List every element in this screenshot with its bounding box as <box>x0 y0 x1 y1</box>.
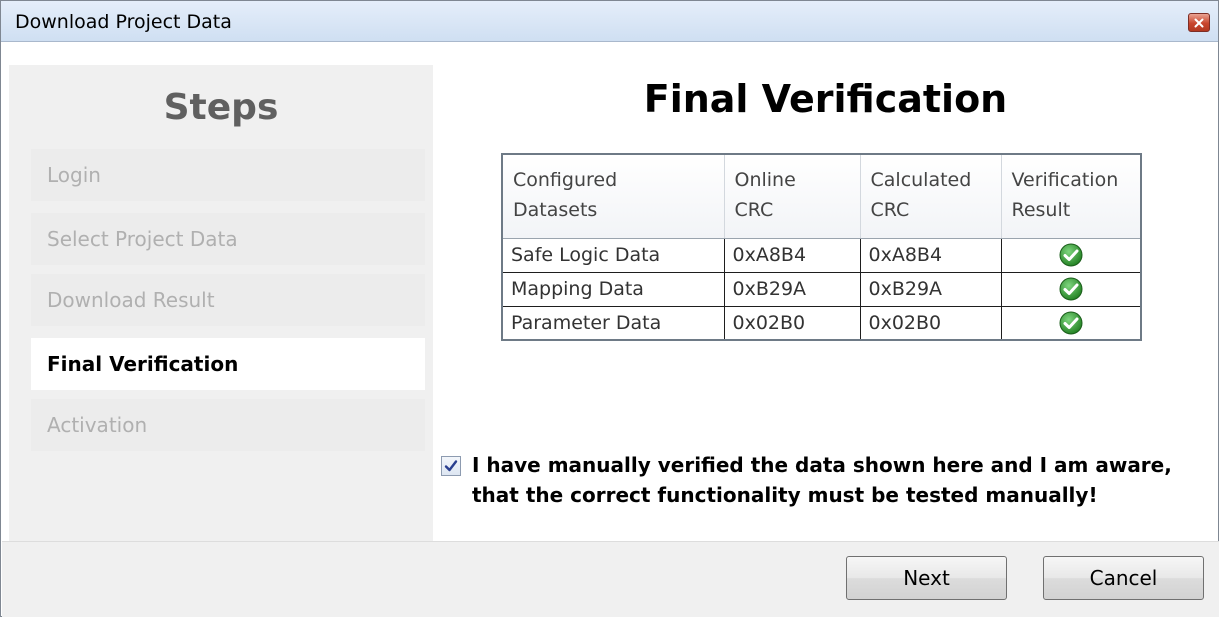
column-header-online-crc: Online CRC <box>724 154 861 239</box>
manual-verification-label[interactable]: I have manually verified the data shown … <box>472 450 1212 510</box>
confirmation-line-2: that the correct functionality must be t… <box>472 483 1098 507</box>
table-row: Parameter Data 0x02B0 0x02B0 <box>501 305 1142 341</box>
confirmation-line-1: I have manually verified the data shown … <box>472 453 1172 477</box>
verification-result-cell <box>1000 305 1142 341</box>
step-label: Activation <box>47 413 148 437</box>
step-select-project-data: Select Project Data <box>31 213 425 265</box>
close-button[interactable] <box>1188 13 1210 32</box>
online-crc-cell: 0xB29A <box>723 271 861 307</box>
title-bar: Download Project Data <box>1 1 1218 42</box>
column-header-calculated-crc: Calculated CRC <box>860 154 1002 239</box>
dataset-cell: Safe Logic Data <box>501 237 725 273</box>
cancel-button[interactable]: Cancel <box>1043 556 1204 600</box>
calculated-crc-cell: 0x02B0 <box>859 305 1002 341</box>
next-button[interactable]: Next <box>846 556 1007 600</box>
dialog-window: Download Project Data Steps Login Select… <box>0 0 1219 617</box>
step-login: Login <box>31 149 425 201</box>
column-header-verification-result: Verification Result <box>1001 154 1141 239</box>
dataset-cell: Mapping Data <box>501 271 725 307</box>
crc-verification-table: Configured Datasets Online CRC Calculate… <box>501 153 1142 341</box>
dialog-footer <box>2 541 1219 617</box>
window-title: Download Project Data <box>15 11 232 33</box>
table-header-row: Configured Datasets Online CRC Calculate… <box>502 154 1141 239</box>
verification-result-cell <box>1000 271 1142 307</box>
verification-result-cell <box>1000 237 1142 273</box>
check-circle-icon <box>1059 243 1083 267</box>
step-label: Select Project Data <box>47 227 238 251</box>
check-circle-icon <box>1059 311 1083 335</box>
dataset-cell: Parameter Data <box>501 305 725 341</box>
table-row: Safe Logic Data 0xA8B4 0xA8B4 <box>501 237 1142 273</box>
page-title: Final Verification <box>643 77 1008 121</box>
close-icon <box>1194 18 1204 27</box>
calculated-crc-cell: 0xA8B4 <box>859 237 1002 273</box>
steps-heading: Steps <box>163 86 279 128</box>
online-crc-cell: 0x02B0 <box>723 305 861 341</box>
table-row: Mapping Data 0xB29A 0xB29A <box>501 271 1142 307</box>
check-circle-icon <box>1059 277 1083 301</box>
step-label: Download Result <box>47 288 215 312</box>
step-label: Login <box>47 163 101 187</box>
checkmark-icon <box>444 460 458 472</box>
step-download-result: Download Result <box>31 274 425 326</box>
manual-verification-checkbox[interactable] <box>441 456 461 476</box>
column-header-datasets: Configured Datasets <box>502 154 725 239</box>
step-final-verification: Final Verification <box>31 338 425 390</box>
step-label: Final Verification <box>47 352 239 376</box>
calculated-crc-cell: 0xB29A <box>859 271 1002 307</box>
online-crc-cell: 0xA8B4 <box>723 237 861 273</box>
step-activation: Activation <box>31 399 425 451</box>
